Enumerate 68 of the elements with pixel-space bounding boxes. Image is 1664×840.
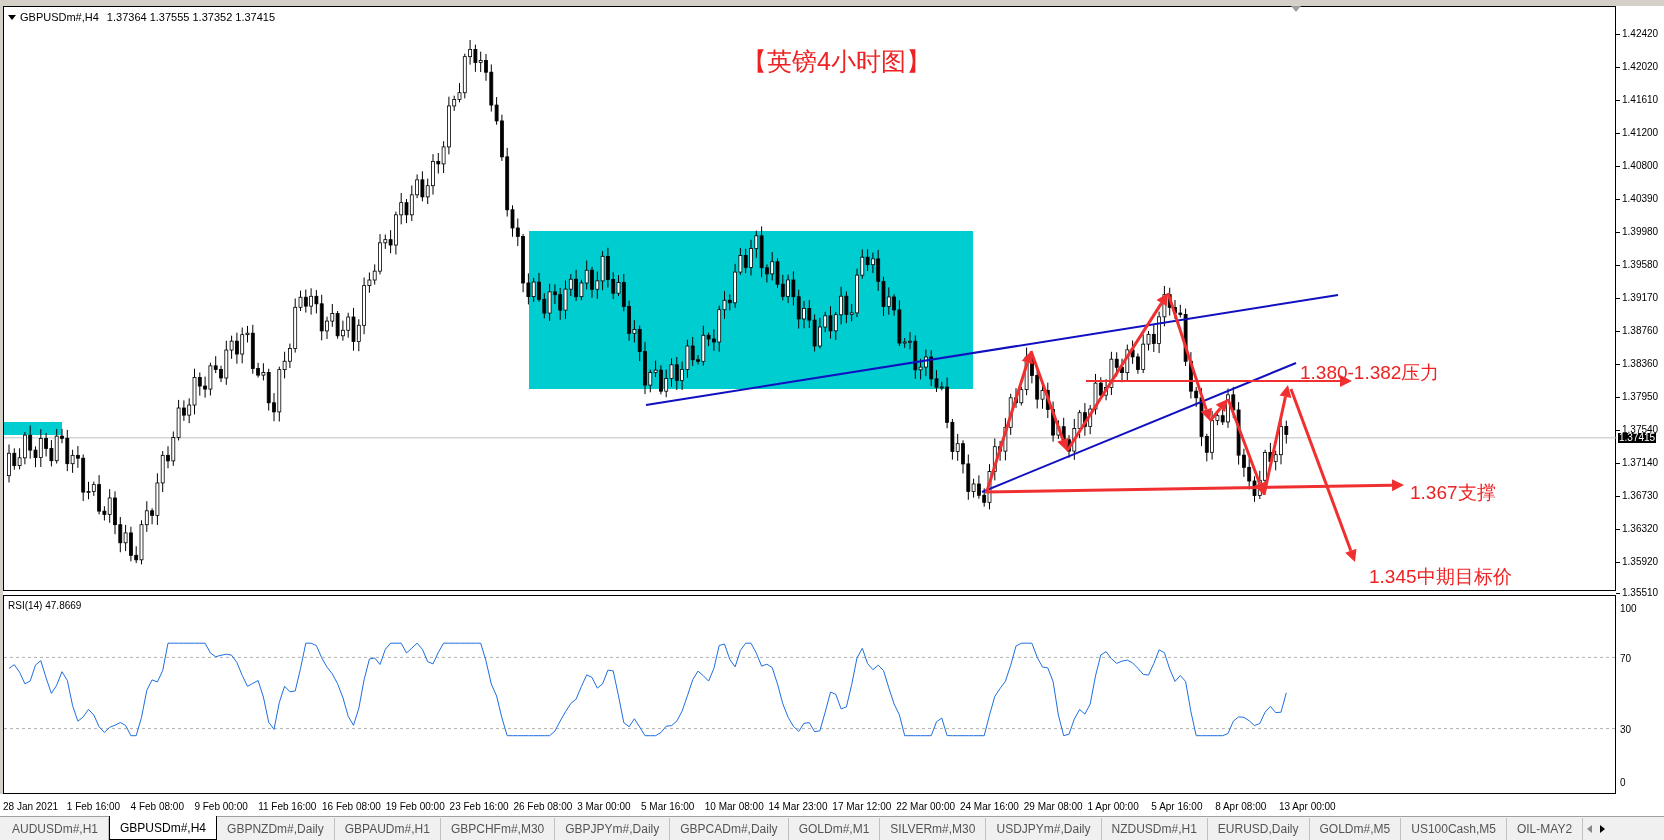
dropdown-triangle-icon[interactable]	[8, 14, 16, 20]
rsi-tick-label: 30	[1620, 723, 1632, 737]
chart-tab[interactable]: GOLDm#,M5	[1309, 818, 1402, 840]
time-tick-label: 26 Feb 08:00	[513, 800, 574, 814]
chart-tab[interactable]: EURUSD,Daily	[1207, 818, 1310, 840]
scroll-left-icon[interactable]	[1587, 825, 1593, 833]
time-tick-label: 3 Mar 00:00	[577, 800, 632, 814]
chart-tab[interactable]: GOLDm#,M1	[788, 818, 881, 840]
rsi-tick-label: 100	[1620, 602, 1637, 616]
chart-title: 【英镑4小时图】	[742, 46, 931, 77]
price-tick-label: 1.36320	[1622, 524, 1659, 534]
price-tick-label: 1.39980	[1622, 227, 1659, 237]
price-tick-label: 1.35510	[1622, 588, 1659, 598]
annotation-label: 1.367支撑	[1410, 481, 1496, 505]
price-tick-label: 1.37950	[1622, 392, 1659, 402]
time-tick-label: 8 Apr 08:00	[1215, 800, 1268, 814]
ohlc-values: 1.37364 1.37555 1.37352 1.37415	[106, 10, 276, 25]
time-tick-label: 5 Apr 16:00	[1151, 800, 1204, 814]
price-tick-label: 1.36730	[1622, 491, 1659, 501]
chart-tab[interactable]: OIL-MAY2	[1506, 818, 1584, 840]
chart-tab[interactable]: GBPJPYm#,Daily	[555, 818, 671, 840]
annotation-label: 1.345中期目标价	[1369, 565, 1512, 589]
chart-tab[interactable]: SILVERm#,M30	[880, 818, 987, 840]
price-tick-label: 1.38760	[1622, 326, 1659, 336]
time-tick-label: 9 Feb 00:00	[194, 800, 249, 814]
highlight-rectangle	[4, 422, 62, 435]
chart-tab[interactable]: GBPAUDm#,H1	[334, 818, 441, 840]
price-tick-label: 1.40390	[1622, 194, 1659, 204]
time-tick-label: 13 Apr 00:00	[1278, 800, 1337, 814]
chart-tab[interactable]: USDJPYm#,Daily	[986, 818, 1102, 840]
price-tick-label: 1.41610	[1622, 95, 1659, 105]
time-tick-label: 14 Mar 23:00	[768, 800, 829, 814]
shift-marker-icon[interactable]	[1291, 6, 1301, 12]
chart-tab[interactable]: GBPUSDm#,H4	[109, 816, 218, 840]
chart-tab[interactable]: GBPCADm#,Daily	[670, 818, 789, 840]
price-tick-label: 1.35920	[1622, 557, 1659, 567]
chart-tab[interactable]: US100Cash,M5	[1401, 818, 1507, 840]
rsi-tick-label: 0	[1620, 776, 1626, 790]
annotation-label: 1.380-1.382压力	[1300, 361, 1440, 385]
chart-tab[interactable]: GBPNZDm#,Daily	[217, 818, 335, 840]
time-tick-label: 16 Feb 08:00	[322, 800, 382, 814]
price-tick-label: 1.40800	[1622, 161, 1659, 171]
time-tick-label: 19 Feb 00:00	[385, 800, 446, 814]
time-tick-label: 1 Feb 16:00	[66, 800, 122, 814]
time-tick-label: 28 Jan 2021	[3, 800, 60, 814]
time-tick-label: 5 Mar 16:00	[640, 800, 696, 814]
time-tick-label: 1 Apr 00:00	[1087, 800, 1140, 814]
price-tick-label: 1.41200	[1622, 128, 1659, 138]
price-tick-label: 1.42420	[1622, 29, 1659, 39]
time-tick-label: 11 Feb 16:00	[258, 800, 318, 814]
time-tick-label: 22 Mar 00:00	[896, 800, 957, 814]
rsi-tick-label: 70	[1620, 652, 1632, 666]
time-tick-label: 24 Mar 16:00	[959, 800, 1020, 814]
price-tick-label: 1.38360	[1622, 359, 1659, 369]
time-tick-label: 4 Feb 08:00	[130, 800, 185, 814]
scroll-right-icon[interactable]	[1600, 825, 1606, 833]
price-tick-label: 1.39170	[1622, 293, 1659, 303]
time-tick-label: 29 Mar 08:00	[1023, 800, 1084, 814]
indicator-label: RSI(14) 47.8669	[8, 599, 82, 613]
price-tick-label: 1.42020	[1622, 62, 1659, 72]
time-tick-label: 23 Feb 16:00	[449, 800, 510, 814]
time-tick-label: 10 Mar 08:00	[704, 800, 765, 814]
time-tick-label: 17 Mar 12:00	[832, 800, 893, 814]
price-tick-label: 1.39580	[1622, 260, 1659, 270]
chart-symbol: GBPUSDm#,H4	[20, 10, 99, 25]
chart-tab[interactable]: NZDUSDm#,H1	[1101, 818, 1208, 840]
chart-tab[interactable]: GBPCHFm#,M30	[440, 818, 556, 840]
price-tick-label: 1.37140	[1622, 458, 1659, 468]
